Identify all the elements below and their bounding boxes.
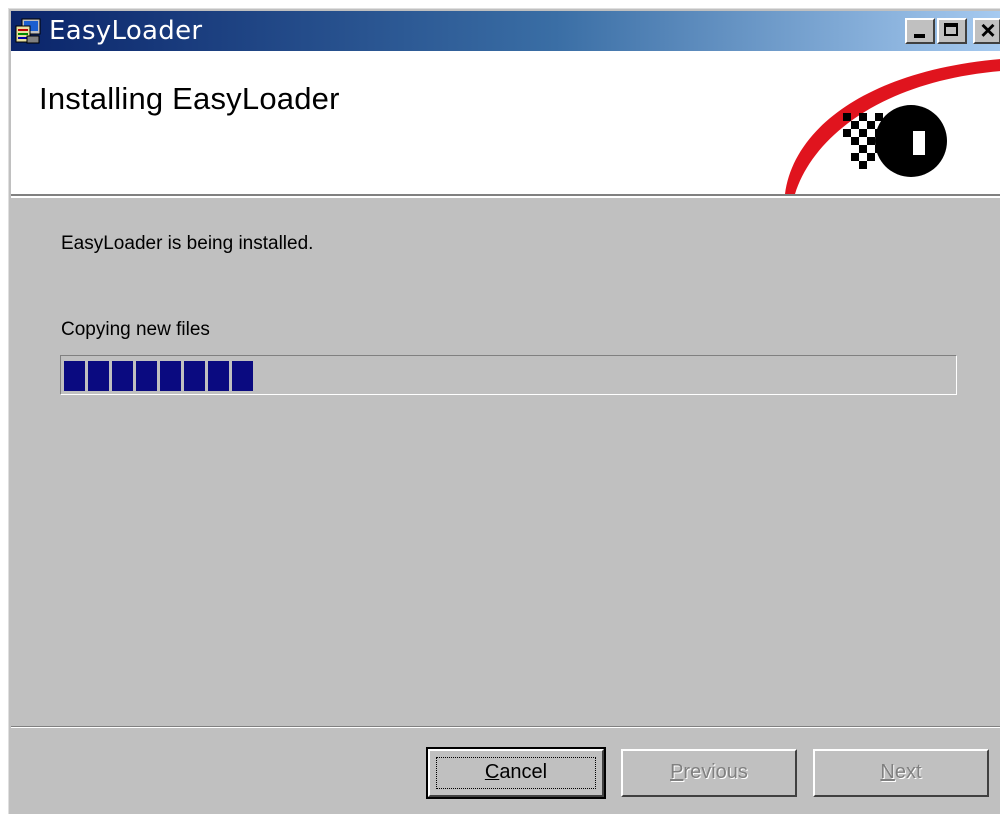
current-action-text: Copying new files: [61, 319, 210, 340]
progress-fill: [64, 361, 253, 391]
progress-block: [208, 361, 229, 391]
cancel-button[interactable]: Cancel: [426, 747, 606, 799]
progress-block: [136, 361, 157, 391]
minimize-icon: [914, 34, 925, 38]
close-button[interactable]: ×: [973, 15, 1000, 45]
progress-block: [112, 361, 133, 391]
next-button-label: ext: [894, 761, 922, 783]
progress-block: [184, 361, 205, 391]
title-bar[interactable]: EasyLoader ×: [11, 11, 1000, 51]
brand-logo: [773, 51, 1000, 194]
previous-button-accelerator: P: [670, 761, 684, 783]
install-progress-bar: [60, 355, 957, 395]
header-banner: Installing EasyLoader: [11, 51, 1000, 194]
install-status-text: EasyLoader is being installed.: [61, 233, 314, 254]
maximize-button[interactable]: [937, 18, 967, 44]
next-button-accelerator: N: [880, 761, 895, 783]
previous-button[interactable]: Previous: [621, 749, 797, 797]
footer-divider: [11, 726, 1000, 728]
close-icon: ×: [980, 15, 996, 45]
page-title: Installing EasyLoader: [39, 81, 340, 116]
focus-rectangle: [436, 757, 596, 789]
installer-window: EasyLoader × Installing EasyLoader EasyL…: [8, 8, 1000, 814]
progress-block: [232, 361, 253, 391]
progress-block: [160, 361, 181, 391]
installer-app-icon[interactable]: [13, 16, 43, 46]
progress-block: [64, 361, 85, 391]
next-button[interactable]: Next: [813, 749, 989, 797]
header-divider: [11, 194, 1000, 198]
progress-block: [88, 361, 109, 391]
previous-button-label: revious: [683, 761, 748, 783]
window-title: EasyLoader: [49, 16, 203, 46]
minimize-button[interactable]: [905, 18, 935, 44]
maximize-icon: [944, 23, 958, 36]
